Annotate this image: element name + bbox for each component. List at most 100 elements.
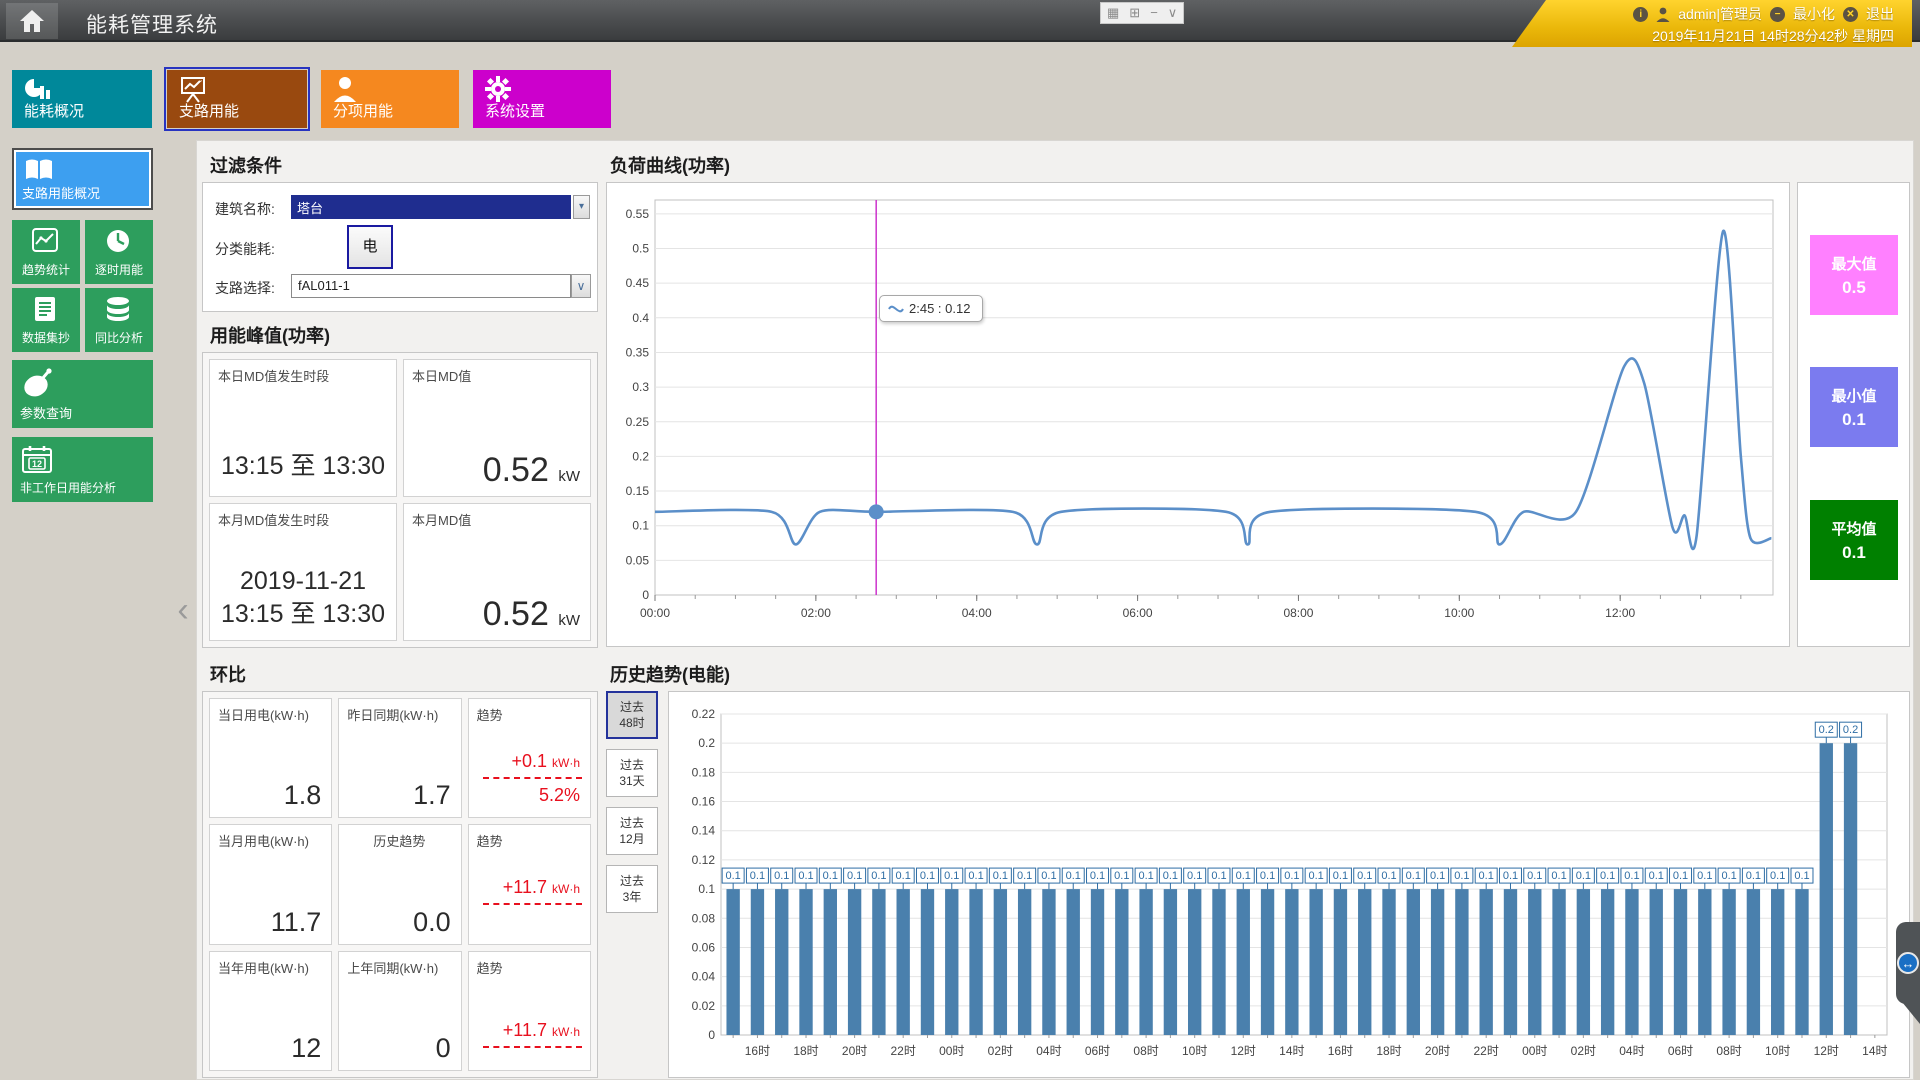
grid-icon[interactable]: ▦ [1107, 3, 1119, 23]
svg-text:0.1: 0.1 [1600, 870, 1615, 882]
svg-text:0.1: 0.1 [1624, 870, 1639, 882]
svg-text:16时: 16时 [1328, 1044, 1353, 1058]
nav-tab-branch-energy[interactable]: 支路用能 [167, 70, 307, 128]
remote-support-handle[interactable]: ↔ [1896, 922, 1920, 1004]
building-select[interactable]: 塔台 [291, 195, 571, 219]
svg-text:22时: 22时 [891, 1044, 916, 1058]
chart-tooltip: 2:45 : 0.12 [879, 295, 983, 322]
person-icon [333, 76, 357, 102]
card-label: 本日MD值 [412, 366, 471, 385]
tab-past-12m[interactable]: 过去 12月 [606, 807, 658, 855]
trend-divider [483, 903, 582, 905]
tab-past-3y[interactable]: 过去 3年 [606, 865, 658, 913]
svg-text:0.1: 0.1 [632, 519, 649, 533]
close-circle-icon[interactable]: ✕ [1843, 7, 1858, 22]
sidebar-item-label: 非工作日用能分析 [20, 479, 116, 496]
svg-text:04时: 04时 [1619, 1044, 1644, 1058]
tab-past-31d[interactable]: 过去 31天 [606, 749, 658, 797]
info-icon[interactable]: i [1633, 7, 1648, 22]
energy-type-label: 分类能耗: [215, 239, 275, 259]
sidebar-item-nonworkday-analysis[interactable]: 12 非工作日用能分析 [12, 437, 153, 502]
sidebar-item-hourly-energy[interactable]: 逐时用能 [85, 220, 153, 284]
sidebar-item-branch-overview[interactable]: 支路用能概况 [12, 148, 153, 210]
stat-label: 最小值 [1810, 385, 1898, 406]
branch-select[interactable]: fAL011-1 [291, 274, 571, 298]
minimize-icon[interactable]: − [1150, 3, 1158, 23]
svg-text:0.45: 0.45 [626, 276, 650, 290]
branch-select-label: 支路选择: [215, 278, 275, 298]
stat-label: 最大值 [1810, 253, 1898, 274]
sidebar-collapse-button[interactable]: ‹ [172, 592, 194, 632]
card-value: 12 [291, 1033, 321, 1064]
load-curve-chart[interactable]: 00.050.10.150.20.250.30.350.40.450.50.55… [615, 190, 1781, 639]
database-icon [105, 296, 131, 322]
svg-text:0.3: 0.3 [632, 380, 649, 394]
tooltip-text: 2:45 : 0.12 [909, 301, 970, 316]
svg-text:0.1: 0.1 [1163, 870, 1178, 882]
calendar-icon: 12 [22, 445, 52, 473]
sidebar-item-parameter-query[interactable]: 参数查询 [12, 360, 153, 428]
svg-text:0.16: 0.16 [692, 795, 716, 809]
card-value: 0.52 kW [483, 451, 580, 490]
branch-select-arrow[interactable]: ∨ [571, 274, 591, 298]
electricity-button[interactable]: 电 [347, 225, 393, 269]
nav-tab-system-settings[interactable]: 系统设置 [473, 70, 611, 128]
svg-text:0: 0 [642, 588, 649, 602]
year-usage-card: 当年用电(kW·h) 12 [209, 951, 332, 1071]
svg-text:0.1: 0.1 [847, 870, 862, 882]
svg-text:0.1: 0.1 [1066, 870, 1081, 882]
dropdown-icon[interactable]: ∨ [1168, 3, 1178, 23]
svg-text:02:00: 02:00 [801, 606, 831, 620]
minimize-circle-icon[interactable]: − [1770, 7, 1785, 22]
svg-text:0.4: 0.4 [632, 311, 649, 325]
lastyear-usage-card: 上年同期(kW·h) 0 [338, 951, 461, 1071]
trend-divider [483, 1046, 582, 1048]
svg-text:0.1: 0.1 [750, 870, 765, 882]
today-usage-card: 当日用电(kW·h) 1.8 [209, 698, 332, 818]
ring-compare-cards: 当日用电(kW·h) 1.8 昨日同期(kW·h) 1.7 趋势 +0.1 kW… [202, 691, 598, 1078]
nav-tab-label: 分项用能 [333, 100, 393, 121]
stat-value: 0.1 [1810, 543, 1898, 563]
building-select-arrow[interactable]: ▾ [573, 195, 590, 219]
year-trend-card: 趋势 +11.7 kW·h [468, 951, 591, 1071]
svg-text:0.1: 0.1 [920, 870, 935, 882]
nav-tab-energy-overview[interactable]: 能耗概况 [12, 70, 152, 128]
svg-text:0.05: 0.05 [626, 553, 650, 567]
history-bar-chart[interactable]: 00.020.040.060.080.10.120.140.160.180.20… [677, 700, 1903, 1071]
card-label: 历史趋势 [373, 831, 425, 850]
svg-text:0.1: 0.1 [1794, 870, 1809, 882]
restore-icon[interactable]: ⊞ [1129, 3, 1140, 23]
svg-text:06:00: 06:00 [1123, 606, 1153, 620]
svg-text:14时: 14时 [1862, 1044, 1887, 1058]
svg-text:10时: 10时 [1765, 1044, 1790, 1058]
logout-button[interactable]: 退出 [1866, 4, 1894, 24]
nav-tab-subitem-energy[interactable]: 分项用能 [321, 70, 459, 128]
card-value: 0 [436, 1033, 451, 1064]
svg-text:0.08: 0.08 [692, 911, 716, 925]
svg-text:04时: 04时 [1036, 1044, 1061, 1058]
svg-text:12时: 12时 [1231, 1044, 1256, 1058]
card-label: 趋势 [477, 958, 503, 977]
tab-past-48h[interactable]: 过去 48时 [606, 691, 658, 739]
sidebar-item-yoy-analysis[interactable]: 同比分析 [85, 288, 153, 352]
app-title: 能耗管理系统 [86, 9, 218, 39]
sidebar-item-label: 参数查询 [20, 403, 72, 422]
avg-value-tile: 平均值 0.1 [1810, 500, 1898, 580]
today-md-period-card: 本日MD值发生时段 13:15 至 13:30 [209, 359, 397, 497]
home-button[interactable] [6, 3, 58, 39]
trend-delta: +11.7 kW·h [503, 1020, 580, 1041]
card-label: 当月用电(kW·h) [218, 831, 309, 850]
sidebar-item-data-collection[interactable]: 数据集抄 [12, 288, 80, 352]
floating-window-toolbar: ▦ ⊞ − ∨ [1100, 2, 1184, 24]
svg-text:0.1: 0.1 [968, 870, 983, 882]
calendar-number: 12 [32, 459, 42, 469]
svg-text:14时: 14时 [1279, 1044, 1304, 1058]
user-panel: i admin|管理员 − 最小化 ✕ 退出 2019年11月21日 14时28… [1512, 0, 1912, 47]
clock-icon [105, 228, 131, 254]
username-label: admin|管理员 [1678, 4, 1762, 24]
sidebar-item-trend-stats[interactable]: 趋势统计 [12, 220, 80, 284]
svg-text:0.25: 0.25 [626, 415, 650, 429]
minimize-button[interactable]: 最小化 [1793, 4, 1835, 24]
month-md-value-card: 本月MD值 0.52 kW [403, 503, 591, 641]
min-value-tile: 最小值 0.1 [1810, 367, 1898, 447]
